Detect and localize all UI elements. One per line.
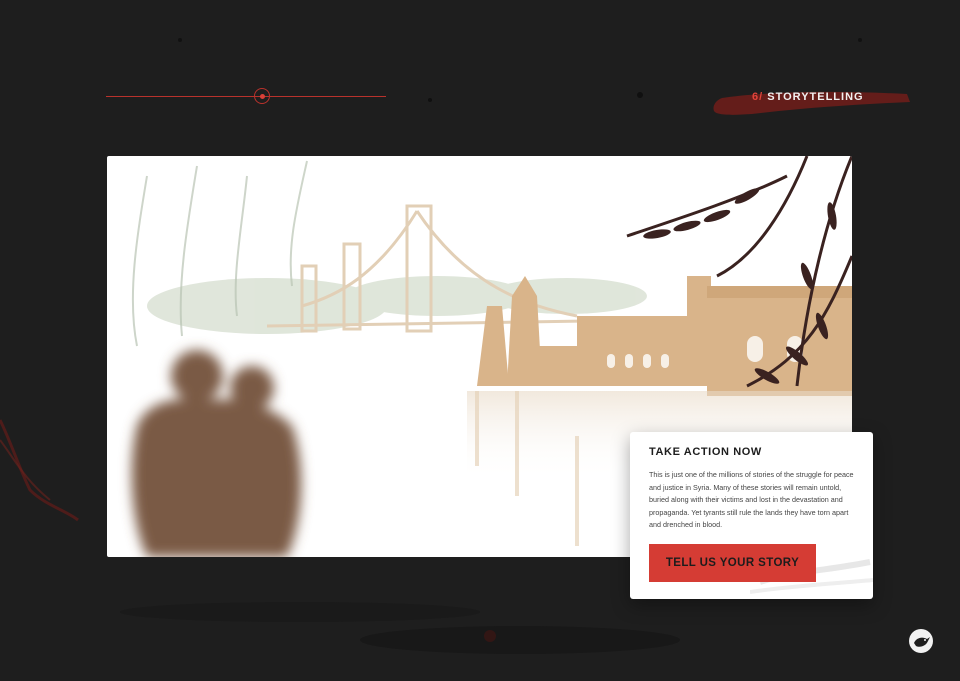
section-title: 6/ STORYTELLING bbox=[752, 91, 864, 103]
take-action-card: TAKE ACTION NOW This is just one of the … bbox=[630, 432, 873, 599]
card-heading: TAKE ACTION NOW bbox=[649, 446, 762, 458]
section-number: 6/ bbox=[752, 91, 764, 103]
progress-line bbox=[106, 96, 386, 97]
section-name: STORYTELLING bbox=[767, 91, 864, 103]
bird-logo-icon[interactable] bbox=[908, 628, 934, 654]
tell-your-story-button[interactable]: TELL US YOUR STORY bbox=[649, 544, 816, 582]
progress-dot-icon[interactable] bbox=[260, 94, 265, 99]
section-label: 6/ STORYTELLING bbox=[712, 84, 912, 116]
progress-indicator[interactable] bbox=[106, 88, 386, 104]
card-body: This is just one of the millions of stor… bbox=[649, 470, 854, 529]
